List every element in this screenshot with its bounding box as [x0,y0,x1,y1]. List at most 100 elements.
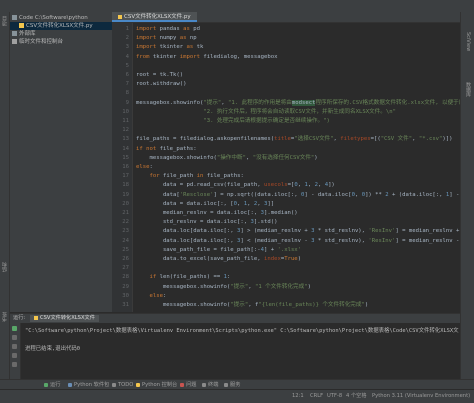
code-token: pandas [159,26,184,32]
code-line: messagebox.showinfo("操作中断", "没有选择任何CSV文件… [136,154,318,163]
line-number: 15 [122,154,129,161]
code-token: : [149,164,153,170]
run-icon [44,382,48,387]
code-token: , [307,182,315,189]
code-token: np [189,35,197,42]
code-token: numpy [159,35,180,42]
python-file-icon [19,23,24,28]
line-number: 11 [122,118,129,124]
stop-icon[interactable] [12,335,17,340]
code-token: ]) [328,182,335,189]
code-token: file_paths: [159,145,197,152]
tree-item-external-libraries[interactable]: 外部库 [10,30,114,38]
code-token: tkinter [159,44,187,51]
code-token: data = pd.read_csv(file_path, [136,182,264,189]
code-token: , [245,154,253,161]
line-number: 8 [125,90,129,97]
caret-position[interactable]: 12:1 [292,390,304,403]
code-editor[interactable]: import pandas as pd import numpy as np imp… [133,23,460,312]
code-token: "1 个文件转化完成" [254,283,308,290]
bookmarks-tool-button[interactable]: 书签 [1,312,8,322]
code-token: if not [136,145,160,152]
code-token: )]) [442,136,453,143]
tree-item-label: 临时文件和控制台 [19,39,64,45]
todo-icon [112,382,116,387]
tree-item-label: Code C:\Software\python [19,15,88,21]
code-line: if len(file_paths) == 1: [136,273,230,282]
line-number: 2 [125,35,129,42]
run-toolbar [10,323,21,379]
delete-icon[interactable] [12,362,17,367]
code-token: ) [314,154,318,161]
line-number: 7 [125,81,129,88]
indent-setting[interactable]: 4 个空格 [346,390,367,403]
code-token: root = tk.Tk() [136,72,184,78]
code-token: '.xlsx' [277,246,302,253]
code-line: data.loc[data.iloc[:, 3] < (median_resln… [136,237,460,246]
code-token: from [136,53,153,60]
code-token: 'Resclose' [179,191,214,198]
rerun-icon[interactable] [12,326,17,331]
problems-icon [180,382,184,387]
code-line: messagebox.showinfo("提示", f"{len(file_pa… [136,301,368,310]
code-token: , [354,191,362,198]
database-tool-button[interactable]: 数据库 [465,82,472,97]
sciview-tool-button[interactable]: SciView [465,32,471,51]
code-token: ] = median_reslnv + [395,228,460,235]
code-line: messagebox.showinfo("提示", "1. 此程序的作用是将由m… [136,99,460,108]
tree-item-label: CSV文件转化XLSX文件.py [26,23,93,29]
tool-window-label: 问题 [186,382,197,388]
code-token: ]) ** [365,191,386,198]
line-ending[interactable]: CRLF [310,390,323,403]
line-number: 6 [125,72,129,78]
code-line: root = tk.Tk() [136,71,183,80]
structure-tool-button[interactable]: 结构 [1,262,8,272]
code-line: data = pd.read_csv(file_path, usecols=[0… [136,181,335,190]
console-icon [136,382,140,387]
file-encoding[interactable]: UTF-8 [327,390,342,403]
code-token: filetypes [340,136,371,143]
tool-window-label: Python 软件包 [74,382,110,388]
code-token: "选择CSV文件" [294,136,334,143]
code-token: 程序所保存的.CSV格式数据文件转化.xlsx文件, 以便于后续的数据处理。\n… [315,99,460,106]
code-token: ]] [267,200,275,207]
tree-item-csv-script[interactable]: CSV文件转化XLSX文件.py [10,22,112,30]
scroll-to-end-icon[interactable] [12,344,17,349]
code-token: "2. 执行文件后，程序将会自动读取CSV文件，并新生成同名XLSX文件。\n" [136,108,396,115]
code-line: data = data.iloc[:, [0, 1, 2, 3]] [136,200,274,209]
interpreter-selector[interactable]: Python 3.11 (Virtualenv Environment) [372,390,470,403]
code-token: 'ResInv' [368,228,396,235]
project-tool-button[interactable]: 项目 [1,16,8,26]
code-line: data['Resclose'] = np.sqrt((data.iloc[:,… [136,191,460,200]
tree-item-root[interactable]: Code C:\Software\python [10,14,114,22]
line-number: 31 [122,302,129,308]
code-line: "2. 执行文件后，程序将会自动读取CSV文件，并新生成同名XLSX文件。\n" [136,108,396,117]
line-number-gutter: 1 2 3 4 5 6 7 8 9 10 11 12 13 14 15 16 17 18 19 20 21 22 23 24 2… [112,23,133,312]
python-file-icon [118,14,122,19]
line-number: 25 [122,246,129,253]
terminal-icon [202,382,206,387]
code-token: "{len(file_paths)} 个文件转化完成" [258,302,365,308]
line-number: 18 [122,182,129,189]
tree-item-scratches[interactable]: 临时文件和控制台 [10,38,114,46]
run-config-tab[interactable]: CSV文件转化XLSX文件 [30,315,99,322]
code-token: "CSV 文件" [380,136,413,143]
code-token: , [317,182,325,189]
editor-tab[interactable]: CSV文件转化XLSX文件.py [112,12,197,22]
code-line: from tkinter import filedialog, messageb… [136,53,277,62]
packages-icon [68,382,72,387]
code-line: for file_path in file_paths: [136,172,243,181]
code-token: data.to_excel(save_path_file, [136,256,264,262]
line-number: 19 [122,191,129,198]
code-line: import pandas as pd [136,25,200,34]
code-line: "3. 处理完成后请根据提示确定是否继续操作。") [136,117,330,126]
line-number: 13 [122,136,129,143]
line-number: 1 [125,26,129,32]
code-token: * std_reslnv), [314,237,369,244]
console-line: 进程已结束,退出代码0 [25,346,81,352]
run-console-output[interactable]: "C:\Software\python\Project\数据表格\Virtual… [21,323,460,379]
code-token: import [179,53,204,60]
print-icon[interactable] [12,353,17,358]
editor-tab-bar: CSV文件转化XLSX文件.py [112,12,460,23]
code-token: ) [297,256,302,262]
